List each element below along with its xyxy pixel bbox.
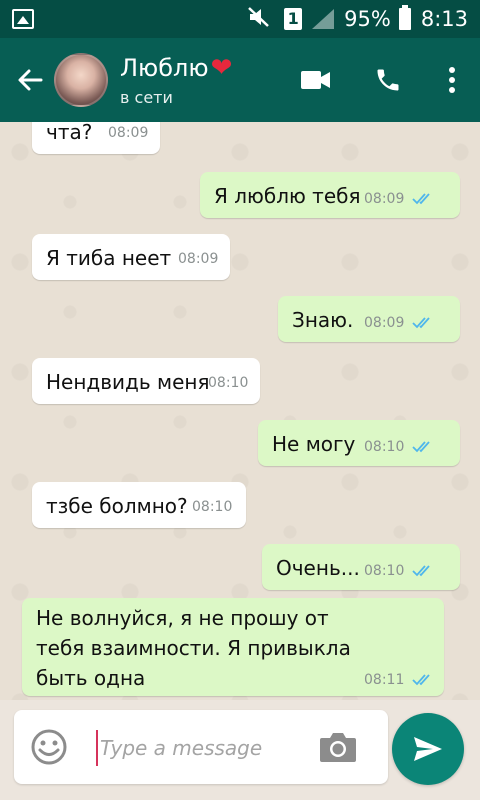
message-time: 08:10 (208, 375, 249, 391)
contact-status: в сети (120, 87, 173, 107)
message-input[interactable] (100, 730, 310, 766)
message-line: тебя взаимности. Я привыкла (36, 636, 351, 660)
mute-icon (248, 7, 270, 31)
emoji-button[interactable] (30, 728, 68, 770)
message-incoming[interactable]: Нендвидь меня 08:10 (32, 358, 260, 404)
message-incoming[interactable]: чта? 08:09 (32, 122, 160, 154)
clock: 8:13 (420, 7, 468, 31)
sim-badge: 1 (284, 8, 303, 30)
phone-icon (377, 69, 399, 91)
message-outgoing[interactable]: Я люблю тебя 08:09 (200, 172, 460, 218)
message-time: 08:10 (364, 439, 405, 455)
camera-icon (320, 733, 356, 762)
message-text: чта? (46, 122, 93, 144)
double-check-icon (412, 317, 430, 329)
camera-button[interactable] (318, 730, 358, 768)
message-time: 08:09 (364, 191, 405, 207)
message-text: Я люблю тебя (214, 184, 361, 208)
heart-emoji: ❤ (210, 52, 233, 83)
double-check-icon (412, 565, 430, 577)
message-time: 08:10 (192, 499, 233, 515)
message-line: Не волнуйся, я не прошу от (36, 606, 329, 630)
contact-info[interactable]: Люблю ❤ в сети (120, 54, 280, 107)
back-button[interactable] (0, 38, 60, 122)
message-outgoing[interactable]: Не могу 08:10 (258, 420, 460, 466)
video-call-icon (301, 71, 330, 89)
message-text: тзбе болмно? (46, 494, 188, 518)
battery-icon (398, 5, 411, 30)
double-check-icon (412, 674, 430, 686)
double-check-icon (412, 193, 430, 205)
message-text: Очень... (276, 556, 360, 580)
double-check-icon (412, 441, 430, 453)
avatar[interactable] (54, 53, 108, 107)
send-button[interactable] (392, 713, 464, 785)
video-call-button[interactable] (280, 38, 352, 122)
more-options-button[interactable] (424, 38, 480, 122)
text-cursor (96, 730, 98, 766)
emoji-icon (31, 729, 67, 765)
message-time: 08:11 (364, 672, 405, 688)
voice-call-button[interactable] (352, 38, 424, 122)
message-list[interactable]: чта? 08:09 Я люблю тебя 08:09 Я тиба нее… (0, 122, 480, 700)
image-icon (12, 9, 34, 29)
message-line: быть одна (36, 666, 146, 690)
message-time: 08:10 (364, 563, 405, 579)
message-time: 08:09 (108, 125, 149, 141)
message-text: Нендвидь меня (46, 370, 210, 394)
message-outgoing[interactable]: Очень... 08:10 (262, 544, 460, 590)
signal-icon (312, 9, 335, 29)
message-outgoing[interactable]: Знаю. 08:09 (278, 296, 460, 342)
message-incoming[interactable]: Я тиба неет 08:09 (32, 234, 230, 280)
status-bar: 1 95% 8:13 (0, 0, 480, 38)
message-time: 08:09 (364, 315, 405, 331)
battery-percent: 95% (344, 7, 391, 31)
message-text: Не могу (272, 432, 356, 456)
message-incoming[interactable]: тзбе болмно? 08:10 (32, 482, 246, 528)
message-outgoing[interactable]: Не волнуйся, я не прошу от тебя взаимнос… (22, 598, 444, 696)
contact-name: Люблю (120, 53, 209, 82)
more-options-icon (449, 67, 455, 93)
message-text: Я тиба неет (46, 246, 172, 270)
chat-header: Люблю ❤ в сети (0, 38, 480, 122)
message-time: 08:09 (178, 251, 219, 267)
compose-bar (14, 710, 388, 784)
send-icon (414, 737, 442, 761)
message-text: Знаю. (292, 308, 354, 332)
back-arrow-icon (18, 69, 43, 91)
